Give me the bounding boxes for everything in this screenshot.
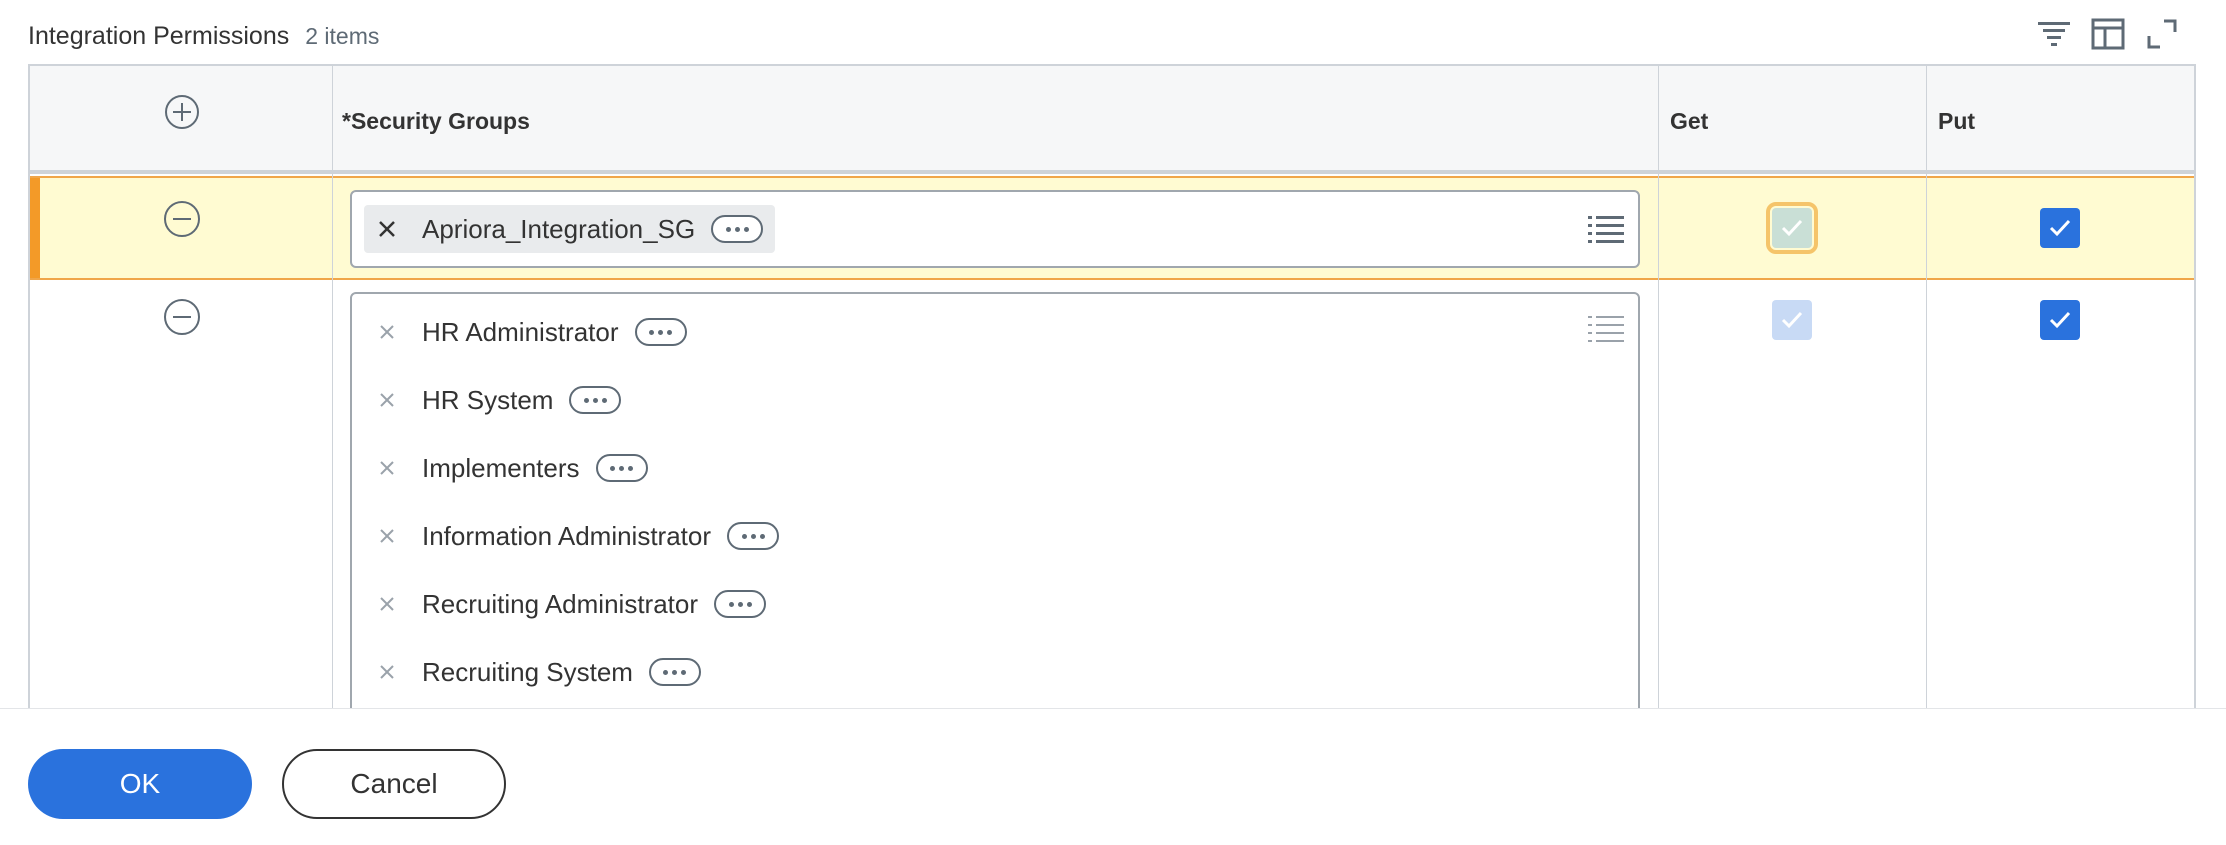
column-header-put[interactable]: Put — [1938, 108, 1975, 135]
selection-label: HR System — [422, 384, 554, 415]
column-divider — [1658, 66, 1659, 708]
table-row[interactable]: Apriora_Integration_SG — [30, 176, 2194, 280]
columns-icon[interactable] — [2090, 16, 2126, 52]
grid-title: Integration Permissions — [28, 22, 290, 50]
selection-label: Recruiting System — [422, 656, 633, 687]
remove-row-icon[interactable] — [163, 200, 201, 238]
selection-label: Recruiting Administrator — [422, 588, 698, 619]
selected-row-indicator — [30, 178, 40, 278]
check-icon — [1781, 219, 1803, 237]
remove-selection-icon[interactable] — [376, 457, 398, 479]
column-header-get[interactable]: Get — [1670, 108, 1708, 135]
remove-selection-icon[interactable] — [376, 593, 398, 615]
related-actions-icon[interactable] — [648, 658, 701, 686]
prompt-selection-pill[interactable]: HR System — [364, 376, 633, 424]
remove-selection-icon[interactable] — [376, 218, 398, 240]
related-actions-icon[interactable] — [569, 386, 622, 414]
title-bar: Integration Permissions 2 items — [28, 22, 379, 51]
permissions-grid: *Security Groups Get Put Apriora_Integra… — [28, 64, 2196, 708]
cancel-button[interactable]: Cancel — [282, 749, 506, 819]
remove-selection-icon[interactable] — [376, 525, 398, 547]
expand-icon[interactable] — [2144, 16, 2180, 52]
related-actions-icon[interactable] — [634, 318, 687, 346]
selection-label: Implementers — [422, 452, 580, 483]
get-checkbox — [1772, 300, 1812, 340]
prompt-selection-pill[interactable]: HR Administrator — [364, 308, 699, 356]
related-actions-icon[interactable] — [714, 590, 766, 618]
remove-selection-icon[interactable] — [376, 661, 398, 683]
prompt-selection-pill[interactable]: Implementers — [364, 444, 660, 492]
table-row[interactable]: HR Administrator HR System Implementers — [30, 280, 2194, 708]
related-actions-icon[interactable] — [595, 454, 648, 482]
remove-selection-icon[interactable] — [376, 389, 398, 411]
get-checkbox — [1766, 202, 1818, 254]
put-checkbox[interactable] — [2040, 300, 2080, 340]
check-icon — [2049, 311, 2071, 329]
grid-toolbar — [2036, 16, 2180, 52]
check-icon — [1781, 311, 1803, 329]
security-groups-prompt[interactable]: Apriora_Integration_SG — [350, 190, 1640, 268]
remove-selection-icon[interactable] — [376, 321, 398, 343]
prompt-list-icon[interactable] — [1588, 314, 1624, 344]
put-checkbox[interactable] — [2040, 208, 2080, 248]
column-divider — [1926, 66, 1927, 708]
ok-button[interactable]: OK — [28, 749, 252, 819]
selection-label: Information Administrator — [422, 520, 712, 551]
footer-bar: OK Cancel — [0, 708, 2226, 845]
selection-label: Apriora_Integration_SG — [422, 213, 696, 244]
remove-row-icon[interactable] — [163, 298, 201, 336]
related-actions-icon[interactable] — [711, 215, 764, 243]
add-row-icon[interactable] — [164, 94, 200, 130]
item-count: 2 items — [305, 23, 380, 49]
check-icon — [2049, 219, 2071, 237]
prompt-list-icon[interactable] — [1588, 214, 1624, 244]
prompt-selection-pill[interactable]: Information Administrator — [364, 512, 791, 560]
related-actions-icon[interactable] — [727, 522, 780, 550]
grid-header-row: *Security Groups Get Put — [30, 66, 2194, 174]
selection-label: HR Administrator — [422, 316, 619, 347]
filter-icon[interactable] — [2036, 16, 2072, 52]
security-groups-prompt[interactable]: HR Administrator HR System Implementers — [350, 292, 1640, 708]
column-header-security-groups[interactable]: *Security Groups — [342, 108, 530, 135]
prompt-selection-pill[interactable]: Apriora_Integration_SG — [364, 205, 776, 253]
column-divider — [332, 66, 333, 708]
prompt-selection-pill[interactable]: Recruiting Administrator — [364, 580, 778, 628]
prompt-selection-pill[interactable]: Recruiting System — [364, 648, 713, 696]
